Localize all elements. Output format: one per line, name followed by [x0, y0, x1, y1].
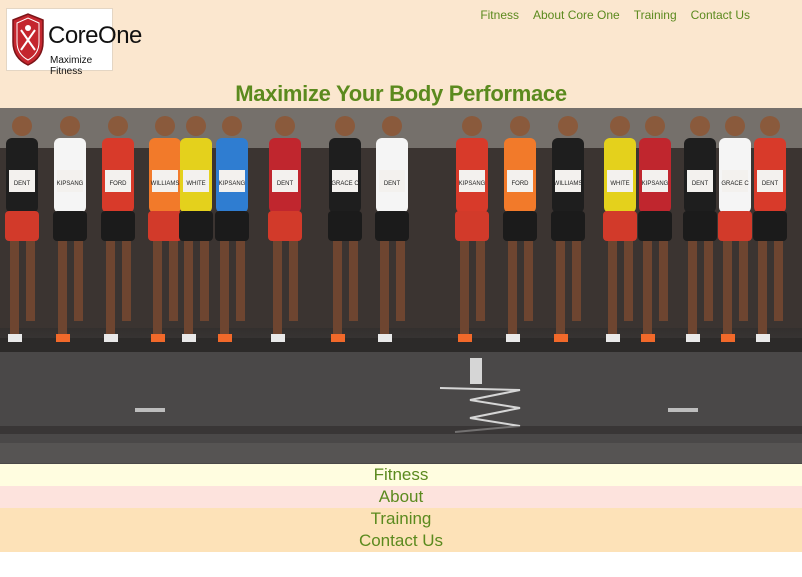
runner-bib-text: WILLIAMS — [151, 181, 180, 187]
runner-bib-text: KIPSANG — [642, 181, 669, 187]
menu-item-about[interactable]: About — [0, 486, 802, 508]
runner-bib-text: DENT — [384, 181, 401, 187]
marathon-runners-image: DENT KIPSANG FORD WILLIAMS WHITE KIPSANG DENT G… — [0, 108, 802, 464]
nav-link-fitness[interactable]: Fitness — [480, 8, 519, 22]
menu-item-contact[interactable]: Contact Us — [0, 530, 802, 552]
brand-tagline: Maximize Fitness — [50, 55, 93, 77]
site-header: CoreOne Maximize Fitness Fitness About C… — [0, 0, 802, 108]
logo[interactable]: CoreOne Maximize Fitness — [6, 8, 142, 77]
runner-bib-text: WHITE — [610, 181, 629, 187]
runner-bib-text: WILLIAMS — [554, 181, 583, 187]
runner-bib-text: GRACE C — [721, 181, 749, 187]
runner-bib-text: KIPSANG — [57, 181, 84, 187]
runner-bib-text: KIPSANG — [459, 181, 486, 187]
bottom-menu: Fitness About Training Contact Us — [0, 464, 802, 552]
nav-link-about[interactable]: About Core One — [533, 8, 620, 22]
menu-item-fitness[interactable]: Fitness — [0, 464, 802, 486]
brand-name: CoreOne — [48, 22, 142, 49]
runner-bib-text: DENT — [14, 181, 31, 187]
runner-bib-text: DENT — [762, 181, 779, 187]
page-headline: Maximize Your Body Performace — [235, 81, 567, 106]
menu-item-training[interactable]: Training — [0, 508, 802, 530]
runner-bib-text: FORD — [512, 181, 530, 187]
shield-crest-icon — [12, 13, 44, 66]
runner-bib-text: FORD — [110, 181, 128, 187]
runner-bib-text: DENT — [277, 181, 294, 187]
top-navigation: Fitness About Core One Training Contact … — [480, 8, 750, 22]
runner-bib-text: GRACE C — [331, 181, 359, 187]
nav-link-contact[interactable]: Contact Us — [691, 8, 750, 22]
hero-image: DENT KIPSANG FORD WILLIAMS WHITE KIPSANG DENT G… — [0, 108, 802, 464]
runner-bib-text: DENT — [692, 181, 709, 187]
nav-link-training[interactable]: Training — [634, 8, 677, 22]
runner-bib-text: KIPSANG — [219, 181, 246, 187]
runner-bib-text: WHITE — [186, 181, 205, 187]
